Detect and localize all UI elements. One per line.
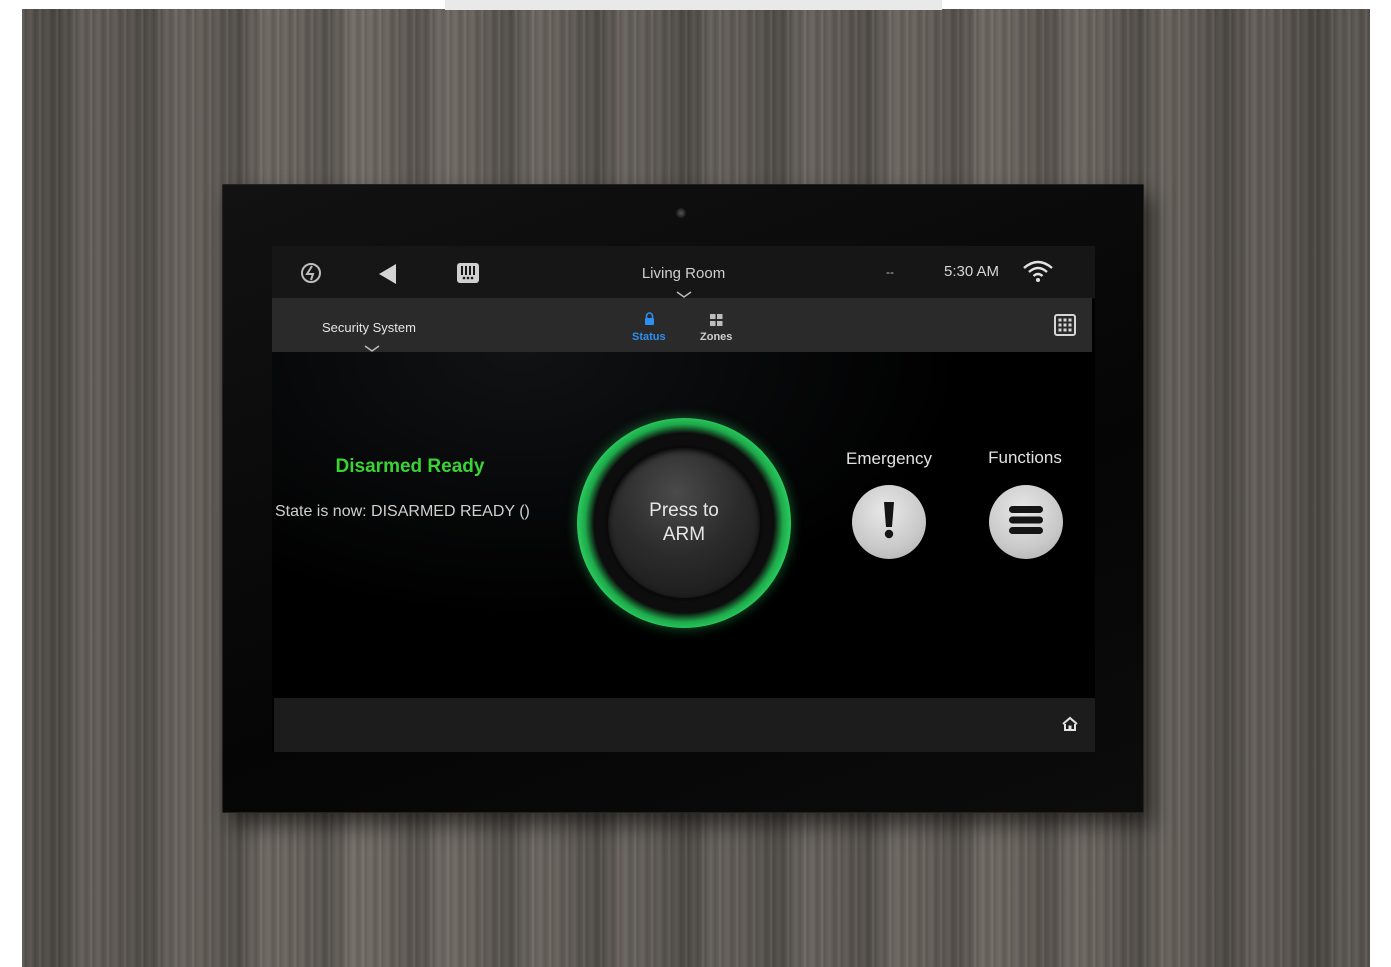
wifi-icon: [1022, 259, 1054, 288]
footer-bar: [274, 698, 1095, 752]
tab-status[interactable]: Status: [626, 310, 674, 346]
arm-button[interactable]: Press to ARM: [608, 448, 760, 598]
functions-label: Functions: [988, 448, 1062, 467]
keypad-icon[interactable]: [1054, 314, 1076, 341]
status-title: Disarmed Ready: [335, 456, 485, 477]
exclamation-icon: [882, 500, 896, 545]
emergency-button[interactable]: [852, 485, 926, 559]
emergency-label: Emergency: [846, 449, 932, 468]
tab-zones-label: Zones: [700, 331, 733, 343]
arm-button-line1: Press to: [649, 500, 719, 521]
screen: Living Room -- 5:30 AM Security System S…: [272, 246, 1095, 752]
top-navigation-bar: Living Room -- 5:30 AM: [272, 246, 1095, 299]
status-dash: --: [886, 265, 894, 279]
lock-icon: [644, 312, 655, 330]
tab-status-label: Status: [632, 331, 666, 343]
home-icon[interactable]: [1062, 716, 1078, 737]
arm-button-line2: ARM: [662, 524, 706, 545]
clock-time: 5:30 AM: [944, 263, 1000, 280]
functions-button[interactable]: [989, 485, 1063, 559]
grid-icon: [710, 313, 723, 331]
camera-icon: [676, 208, 686, 218]
state-text: State is now: DISARMED READY (): [275, 503, 530, 520]
menu-icon: [1008, 505, 1044, 540]
system-selector[interactable]: Security System: [322, 320, 416, 335]
sub-navigation-bar: Security System Status Zones: [272, 298, 1092, 352]
top-strip: [445, 0, 942, 10]
tab-zones[interactable]: Zones: [694, 310, 742, 346]
